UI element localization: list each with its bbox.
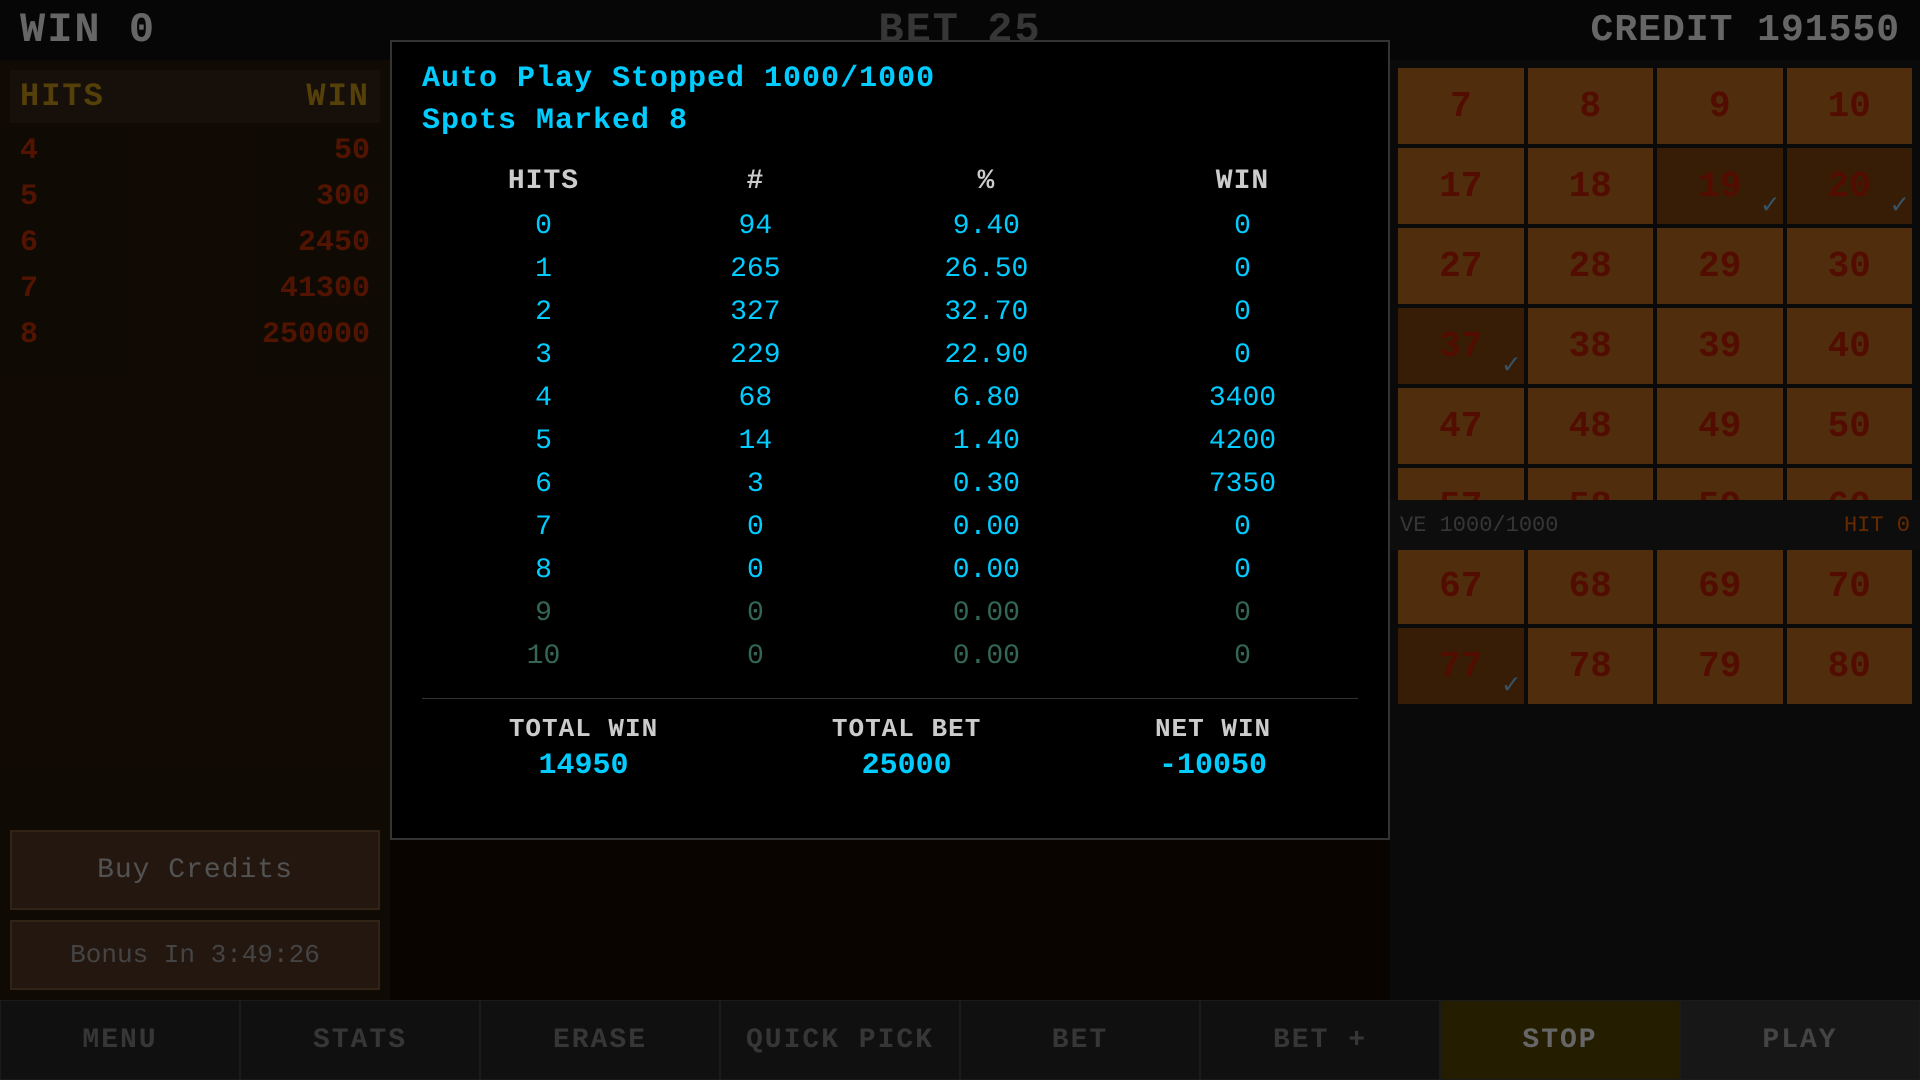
td-num: 3 — [665, 463, 846, 506]
td-hits: 2 — [422, 291, 665, 334]
col-header-num: # — [665, 158, 846, 205]
td-pct: 0.30 — [846, 463, 1127, 506]
td-hits: 0 — [422, 205, 665, 248]
td-hits: 4 — [422, 377, 665, 420]
td-win: 0 — [1127, 248, 1358, 291]
td-win: 0 — [1127, 549, 1358, 592]
td-win: 3400 — [1127, 377, 1358, 420]
td-hits: 7 — [422, 506, 665, 549]
total-win-label: TOTAL WIN — [509, 714, 658, 744]
td-win: 0 — [1127, 291, 1358, 334]
footer-net-win: NET WIN -10050 — [1155, 714, 1271, 783]
td-hits: 3 — [422, 334, 665, 377]
td-win: 0 — [1127, 635, 1358, 678]
stats-table: HITS # % WIN 0 94 9.40 0 1 265 26.50 0 2… — [422, 158, 1358, 678]
table-row: 9 0 0.00 0 — [422, 592, 1358, 635]
col-header-win: WIN — [1127, 158, 1358, 205]
td-pct: 32.70 — [846, 291, 1127, 334]
table-row: 6 3 0.30 7350 — [422, 463, 1358, 506]
td-pct: 0.00 — [846, 635, 1127, 678]
td-num: 0 — [665, 549, 846, 592]
table-row: 2 327 32.70 0 — [422, 291, 1358, 334]
td-num: 0 — [665, 635, 846, 678]
total-win-value: 14950 — [509, 749, 658, 783]
td-num: 265 — [665, 248, 846, 291]
table-row: 4 68 6.80 3400 — [422, 377, 1358, 420]
td-win: 0 — [1127, 334, 1358, 377]
td-num: 68 — [665, 377, 846, 420]
td-pct: 26.50 — [846, 248, 1127, 291]
stats-tbody: 0 94 9.40 0 1 265 26.50 0 2 327 32.70 0 … — [422, 205, 1358, 678]
td-win: 0 — [1127, 592, 1358, 635]
td-win: 4200 — [1127, 420, 1358, 463]
td-win: 7350 — [1127, 463, 1358, 506]
td-pct: 0.00 — [846, 592, 1127, 635]
td-num: 0 — [665, 506, 846, 549]
table-row: 7 0 0.00 0 — [422, 506, 1358, 549]
total-bet-value: 25000 — [832, 749, 981, 783]
td-hits: 1 — [422, 248, 665, 291]
table-row: 8 0 0.00 0 — [422, 549, 1358, 592]
table-row: 0 94 9.40 0 — [422, 205, 1358, 248]
table-row: 3 229 22.90 0 — [422, 334, 1358, 377]
modal-title-line1: Auto Play Stopped 1000/1000 — [422, 62, 1358, 96]
td-hits: 9 — [422, 592, 665, 635]
col-header-hits: HITS — [422, 158, 665, 205]
td-hits: 6 — [422, 463, 665, 506]
net-win-value: -10050 — [1155, 749, 1271, 783]
modal-title-line2: Spots Marked 8 — [422, 104, 1358, 138]
table-row: 5 14 1.40 4200 — [422, 420, 1358, 463]
td-pct: 6.80 — [846, 377, 1127, 420]
col-header-pct: % — [846, 158, 1127, 205]
td-pct: 1.40 — [846, 420, 1127, 463]
table-row: 10 0 0.00 0 — [422, 635, 1358, 678]
net-win-label: NET WIN — [1155, 714, 1271, 744]
td-pct: 9.40 — [846, 205, 1127, 248]
stats-modal: Auto Play Stopped 1000/1000 Spots Marked… — [390, 40, 1390, 840]
total-bet-label: TOTAL BET — [832, 714, 981, 744]
td-hits: 8 — [422, 549, 665, 592]
td-win: 0 — [1127, 506, 1358, 549]
td-num: 229 — [665, 334, 846, 377]
td-num: 14 — [665, 420, 846, 463]
table-row: 1 265 26.50 0 — [422, 248, 1358, 291]
td-hits: 5 — [422, 420, 665, 463]
td-pct: 0.00 — [846, 506, 1127, 549]
td-num: 0 — [665, 592, 846, 635]
td-num: 94 — [665, 205, 846, 248]
td-pct: 22.90 — [846, 334, 1127, 377]
td-win: 0 — [1127, 205, 1358, 248]
td-hits: 10 — [422, 635, 665, 678]
footer-total-win: TOTAL WIN 14950 — [509, 714, 658, 783]
modal-header: Auto Play Stopped 1000/1000 Spots Marked… — [422, 62, 1358, 138]
stats-footer: TOTAL WIN 14950 TOTAL BET 25000 NET WIN … — [422, 698, 1358, 783]
footer-total-bet: TOTAL BET 25000 — [832, 714, 981, 783]
td-num: 327 — [665, 291, 846, 334]
td-pct: 0.00 — [846, 549, 1127, 592]
